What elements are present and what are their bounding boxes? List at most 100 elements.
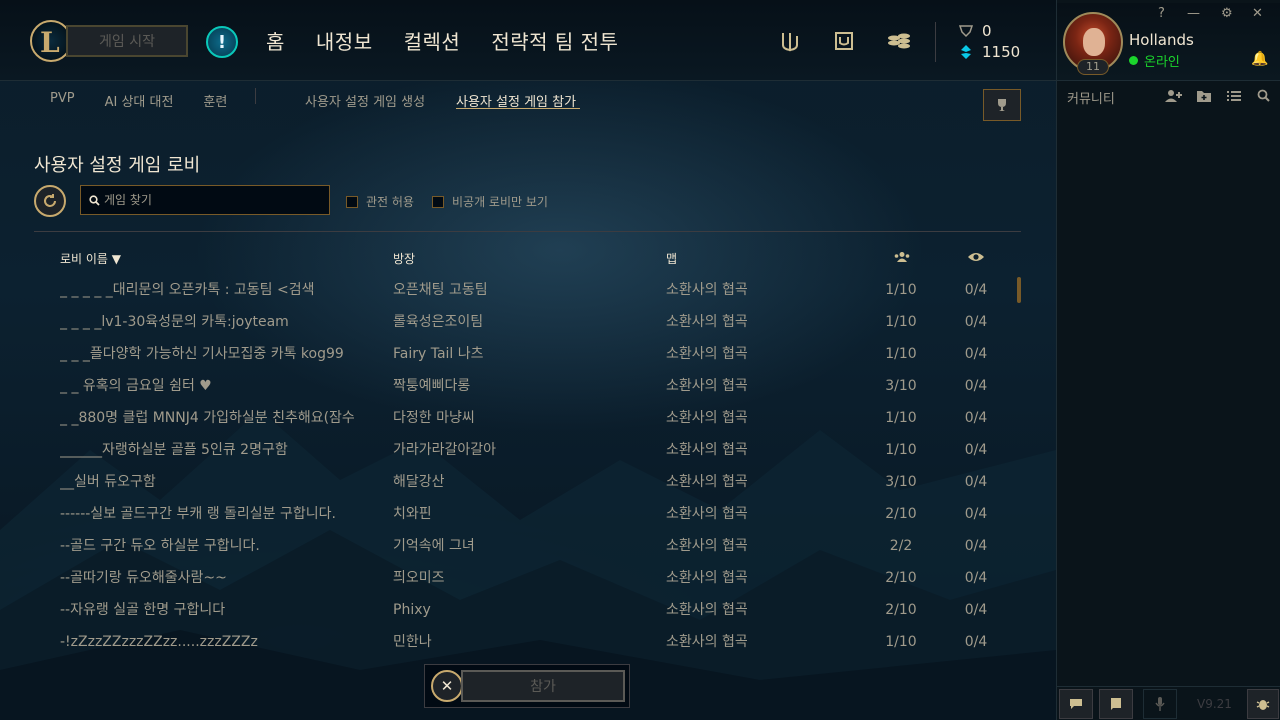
add-folder-icon[interactable] xyxy=(1196,89,1212,103)
lobby-players: 1/10 xyxy=(885,634,917,650)
nav-tft[interactable]: 전략적 팀 전투 xyxy=(491,26,618,55)
players-icon[interactable] xyxy=(893,251,911,263)
lobby-players: 3/10 xyxy=(885,378,917,394)
table-row[interactable]: _ _ _ _ _대리문의 오픈카톡 : 고동팀 <검색 오픈채팅 고동팀 소환사의… xyxy=(34,274,1021,306)
top-bar: L 게임 시작 ! 홈 내정보 컬렉션 전략적 팀 전투 0 1150 xyxy=(0,0,1056,81)
nav-home[interactable]: 홈 xyxy=(266,26,285,55)
lobby-spectators: 0/4 xyxy=(964,282,988,298)
search-input[interactable] xyxy=(104,193,304,207)
client-version: V9.21 xyxy=(1197,697,1232,711)
chat-icon[interactable] xyxy=(1059,689,1093,719)
add-friend-icon[interactable] xyxy=(1165,89,1183,103)
lobby-name: --골드 구간 듀오 하실분 구합니다. xyxy=(60,538,260,554)
table-row[interactable]: --골드 구간 듀오 하실분 구합니다. 기억속에 그녀 소환사의 협곡 2/2 0/4 xyxy=(34,530,1021,562)
table-row[interactable]: __실버 듀오구함 해달강산 소환사의 협곡 3/10 0/4 xyxy=(34,466,1021,498)
lobby-spectators: 0/4 xyxy=(964,474,988,490)
nav-collection[interactable]: 컬렉션 xyxy=(404,26,461,55)
online-dot-icon xyxy=(1129,56,1138,65)
close-icon[interactable]: ✕ xyxy=(431,670,463,702)
topbar-separator xyxy=(935,22,936,62)
store-coins-icon[interactable] xyxy=(886,30,912,52)
search-icon xyxy=(89,194,100,206)
lobby-players: 2/10 xyxy=(885,602,917,618)
bell-icon[interactable]: 🔔 xyxy=(1251,51,1268,67)
help-icon[interactable]: ? xyxy=(1158,6,1165,21)
lobby-players: 1/10 xyxy=(885,282,917,298)
lobby-name: -!zZzzZZzzzZZzz.....zzzZZZz xyxy=(60,634,258,650)
lobby-spectators: 0/4 xyxy=(964,538,988,554)
missions-icon[interactable] xyxy=(1099,689,1133,719)
alert-icon[interactable]: ! xyxy=(206,26,238,58)
table-row[interactable]: -!zZzzZZzzzZZzz.....zzzZZZz 민한나 소환사의 협곡 1/1… xyxy=(34,626,1021,658)
voice-mic-icon[interactable] xyxy=(1143,689,1177,719)
username[interactable]: Hollands xyxy=(1129,31,1194,49)
play-button[interactable]: 게임 시작 xyxy=(66,25,188,57)
lobby-players: 1/10 xyxy=(885,346,917,362)
checkbox-box[interactable] xyxy=(346,195,358,208)
lobby-name: _ _ _ _ _대리문의 오픈카톡 : 고동팀 <검색 xyxy=(60,282,315,298)
checkbox-box[interactable] xyxy=(432,195,444,208)
table-row[interactable]: --골따기랑 듀오해줄사람~~ 픠오미즈 소환사의 협곡 2/10 0/4 xyxy=(34,562,1021,594)
table-row[interactable]: _ _880명 클럽 MNNJ4 가입하실분 친추해요(잠수 다정한 마냥씨 소환사… xyxy=(34,402,1021,434)
lobby-host: 픠오미즈 xyxy=(393,570,445,586)
lobby-players: 1/10 xyxy=(885,442,917,458)
profile-header: 11 Hollands 온라인 🔔 xyxy=(1057,3,1280,81)
be-balance: 1150 xyxy=(958,43,1020,61)
checkbox-label: 비공개 로비만 보기 xyxy=(452,195,548,209)
social-panel: 11 Hollands 온라인 🔔 ? — ⚙ ✕ 커뮤니티 V9.21 xyxy=(1056,0,1280,720)
lobby-spectators: 0/4 xyxy=(964,602,988,618)
lobby-name: ------실보 골드구간 부캐 랭 돌리실분 구합니다. xyxy=(60,506,336,522)
tab-pvp[interactable]: PVP xyxy=(50,91,75,110)
close-window-icon[interactable]: ✕ xyxy=(1252,6,1263,21)
rp-amount: 0 xyxy=(982,22,992,40)
gear-icon[interactable]: ⚙ xyxy=(1221,6,1233,21)
search-friends-icon[interactable] xyxy=(1257,89,1270,102)
game-mode-tabs: PVP AI 상대 대전 훈련 xyxy=(50,91,257,110)
table-row[interactable]: _ _ _ _lv1-30육성문의 카톡:joyteam 롤육성은조이팀 소환사의 … xyxy=(34,306,1021,338)
lobby-name: ______자랭하실분 골플 5인큐 2명구함 xyxy=(60,442,288,458)
join-button[interactable]: 참가 xyxy=(461,670,625,702)
lobby-name: __실버 듀오구함 xyxy=(60,474,156,490)
spectator-eye-icon[interactable] xyxy=(967,251,985,263)
search-box[interactable] xyxy=(80,185,330,215)
clash-icon[interactable] xyxy=(779,30,801,52)
lobby-map: 소환사의 협곡 xyxy=(666,314,748,330)
table-row[interactable]: _ _ _플다양학 가능하신 기사모집중 카톡 kog99 Fairy Tail … xyxy=(34,338,1021,370)
minimize-icon[interactable]: — xyxy=(1187,6,1200,21)
level-badge: 11 xyxy=(1077,59,1109,75)
tab-training[interactable]: 훈련 xyxy=(203,91,227,110)
table-row[interactable]: --자유랭 실골 한명 구합니다 Phixy 소환사의 협곡 2/10 0/4 xyxy=(34,594,1021,626)
col-header-map[interactable]: 맵 xyxy=(666,250,677,267)
lobby-spectators: 0/4 xyxy=(964,378,988,394)
col-header-host[interactable]: 방장 xyxy=(393,250,415,267)
divider xyxy=(34,231,1021,232)
tab-custom-create[interactable]: 사용자 설정 게임 생성 xyxy=(305,91,425,110)
scrollbar-thumb[interactable] xyxy=(1017,277,1021,303)
lobby-map: 소환사의 협곡 xyxy=(666,634,748,650)
lobby-players: 2/2 xyxy=(889,538,913,554)
loot-icon[interactable] xyxy=(833,30,855,52)
private-only-checkbox[interactable]: 비공개 로비만 보기 xyxy=(432,193,548,210)
allow-spectate-checkbox[interactable]: 관전 허용 xyxy=(346,193,414,210)
lobby-map: 소환사의 협곡 xyxy=(666,474,748,490)
lobby-map: 소환사의 협곡 xyxy=(666,378,748,394)
lobby-map: 소환사의 협곡 xyxy=(666,410,748,426)
table-row[interactable]: ------실보 골드구간 부캐 랭 돌리실분 구합니다. 치와핀 소환사의 협곡 2… xyxy=(34,498,1021,530)
nav-profile[interactable]: 내정보 xyxy=(316,26,373,55)
table-row[interactable]: _ _ 유혹의 금요일 쉼터 ♥ 짝퉁예삐다롱 소환사의 협곡 3/10 0/4 xyxy=(34,370,1021,402)
col-header-name[interactable]: 로비 이름 ▼ xyxy=(60,250,121,267)
active-tab-underline xyxy=(456,108,580,109)
lobby-spectators: 0/4 xyxy=(964,442,988,458)
lobby-map: 소환사의 협곡 xyxy=(666,282,748,298)
lobby-name: _ _880명 클럽 MNNJ4 가입하실분 친추해요(잠수 xyxy=(60,410,355,426)
trophy-icon[interactable] xyxy=(983,89,1021,121)
list-view-icon[interactable] xyxy=(1227,90,1241,102)
lobby-host: 롤육성은조이팀 xyxy=(393,314,484,330)
page-title: 사용자 설정 게임 로비 xyxy=(34,155,201,176)
refresh-icon[interactable] xyxy=(34,185,66,217)
status-indicator[interactable]: 온라인 xyxy=(1129,51,1180,70)
tab-ai[interactable]: AI 상대 대전 xyxy=(105,91,174,110)
client-window: L 게임 시작 ! 홈 내정보 컬렉션 전략적 팀 전투 0 1150 PVP … xyxy=(0,0,1280,720)
table-row[interactable]: ______자랭하실분 골플 5인큐 2명구함 가라가라갈아갈아 소환사의 협곡 1/… xyxy=(34,434,1021,466)
bug-report-icon[interactable] xyxy=(1247,689,1279,719)
